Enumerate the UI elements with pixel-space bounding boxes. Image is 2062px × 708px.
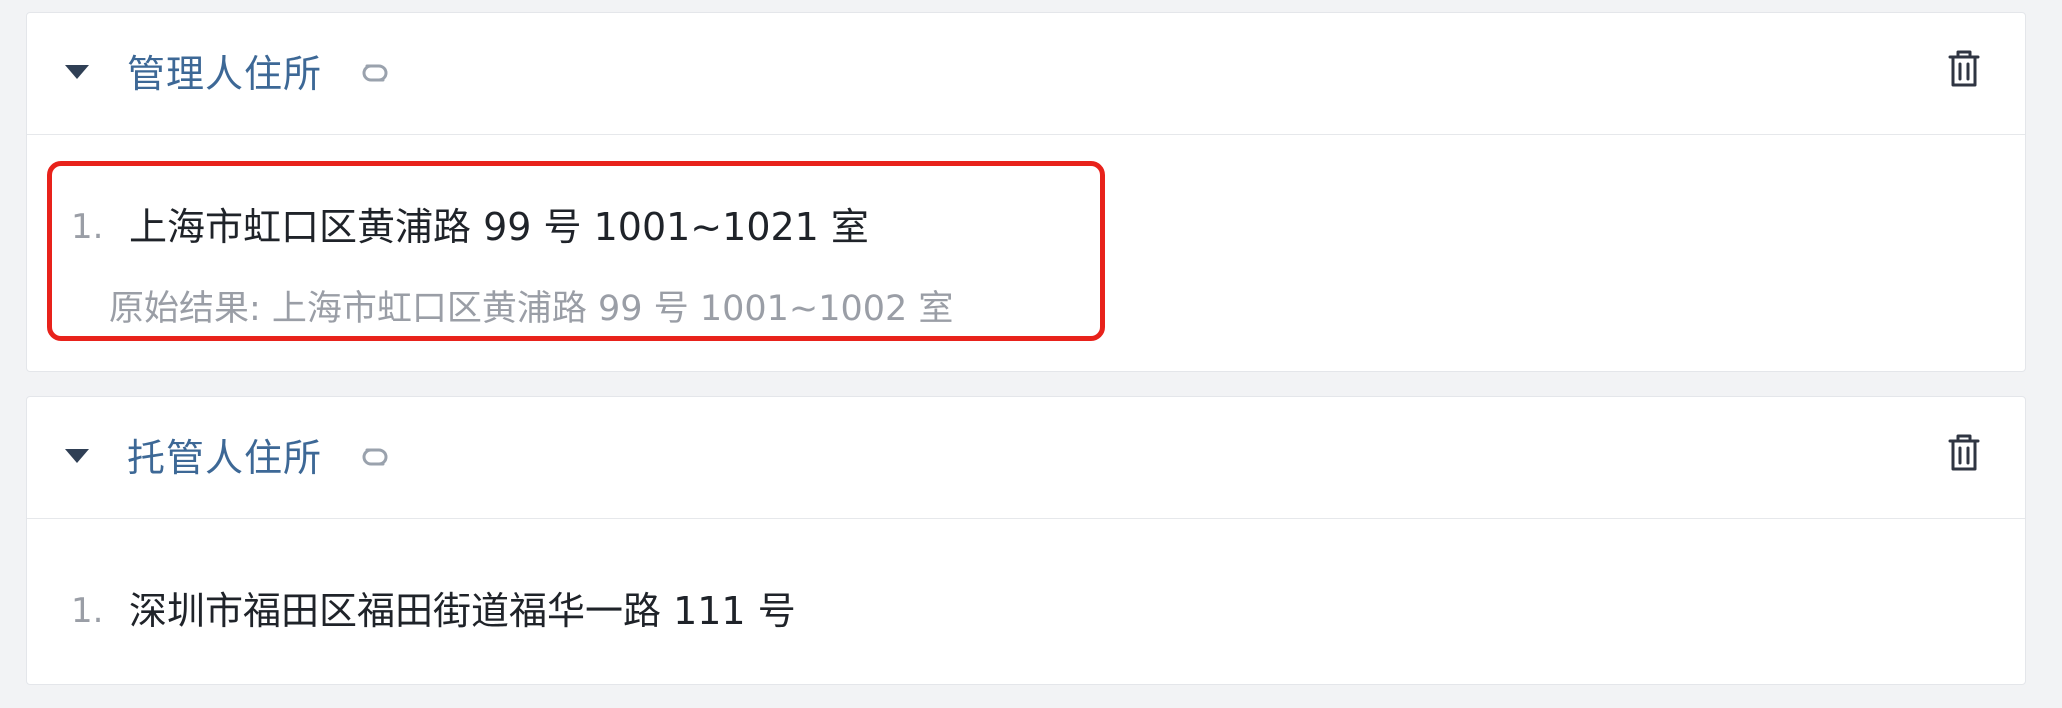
collapse-caret-icon[interactable] (65, 65, 89, 79)
link-icon[interactable] (353, 59, 401, 87)
section-title[interactable]: 管理人住所 (127, 49, 322, 99)
section-card-manager-address: 管理人住所 1. 上海市虹口区黄浦路 99 号 1001~1021 室 原始结果… (26, 12, 2026, 372)
highlight-box (47, 161, 1105, 341)
trash-icon[interactable] (1947, 433, 1981, 473)
section-header: 管理人住所 (27, 13, 2025, 135)
section-title[interactable]: 托管人住所 (127, 433, 322, 483)
item-index: 1. (71, 591, 104, 631)
link-icon[interactable] (353, 443, 401, 471)
collapse-caret-icon[interactable] (65, 449, 89, 463)
item-value[interactable]: 深圳市福田区福田街道福华一路 111 号 (129, 583, 796, 639)
trash-icon[interactable] (1947, 49, 1981, 89)
list-item: 1. 深圳市福田区福田街道福华一路 111 号 (27, 583, 2025, 639)
section-header: 托管人住所 (27, 397, 2025, 519)
section-card-custodian-address: 托管人住所 1. 深圳市福田区福田街道福华一路 111 号 (26, 396, 2026, 685)
